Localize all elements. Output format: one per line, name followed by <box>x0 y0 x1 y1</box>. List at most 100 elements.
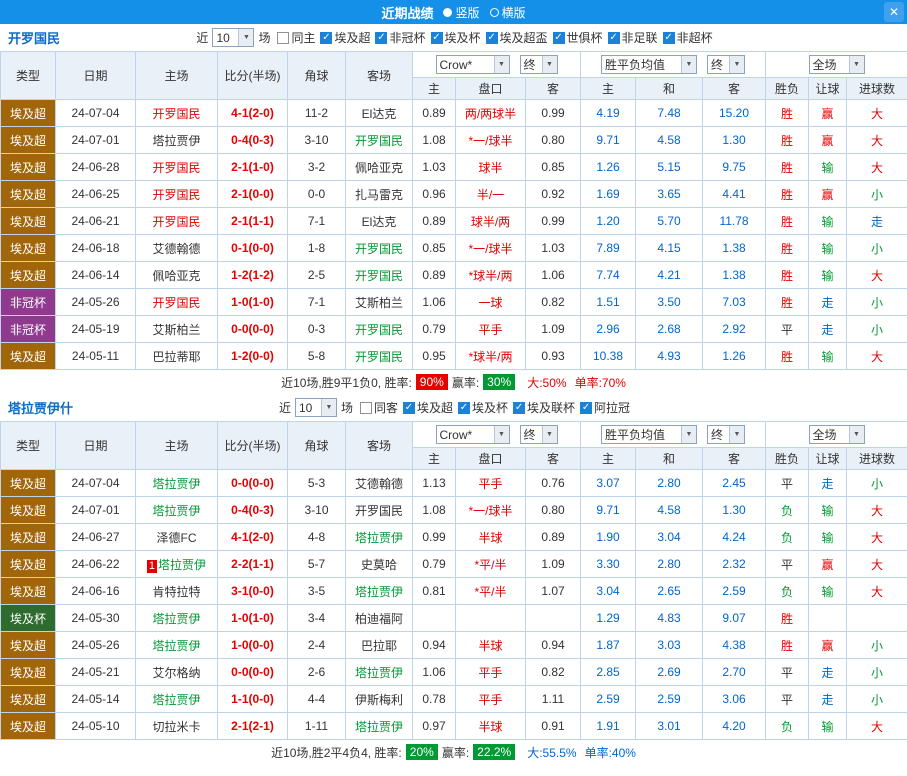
asian-away-odds: 1.09 <box>526 316 581 343</box>
handicap-text: 球半 <box>478 161 502 175</box>
result: 负 <box>766 578 809 605</box>
handicap-result-text: 输 <box>822 161 834 175</box>
checkbox-icon[interactable]: ✓ <box>608 32 620 44</box>
league-filter-checkbox[interactable]: ✓埃及超盃 <box>486 29 548 46</box>
euro-draw-odds: 4.15 <box>636 235 703 262</box>
euro-time-select[interactable]: 终 ▼ <box>707 425 745 444</box>
home-team: 佩哈亚克 <box>136 262 218 289</box>
same-venue-checkbox[interactable]: 同主 <box>277 29 315 46</box>
goals-result: 大 <box>847 713 907 740</box>
goals-result-text: 小 <box>871 296 883 310</box>
corners-text: 7-1 <box>308 295 325 309</box>
handicap-result-text: 输 <box>822 215 834 229</box>
asian-home-odds: 0.79 <box>413 316 456 343</box>
asian-away-odds-text: 1.06 <box>541 268 564 282</box>
goals-result: 大 <box>847 343 907 370</box>
radio-icon[interactable] <box>490 8 499 17</box>
checkbox-icon[interactable]: ✓ <box>458 402 470 414</box>
checkbox-icon[interactable]: ✓ <box>663 32 675 44</box>
layout-radio-horizontal[interactable]: 横版 <box>490 4 526 21</box>
away-team-text: El达克 <box>362 107 397 121</box>
euro-away-odds: 1.26 <box>703 343 766 370</box>
match-row: 埃及超24-05-21艾尔格纳0-0(0-0)2-6塔拉贾伊1.06平手0.82… <box>1 659 907 686</box>
handicap-result: 走 <box>809 659 847 686</box>
asian-home-odds-text: 0.89 <box>422 268 445 282</box>
layout-radio-vertical[interactable]: 竖版 <box>443 4 479 21</box>
checkbox-icon[interactable]: ✓ <box>320 32 332 44</box>
euro-away-odds: 3.06 <box>703 686 766 713</box>
euro-home-odds: 9.71 <box>581 127 636 154</box>
checkbox-label: 非超杯 <box>677 29 713 46</box>
home-team: 开罗国民 <box>136 100 218 127</box>
goals-result: 小 <box>847 181 907 208</box>
close-icon[interactable]: ✕ <box>884 2 904 22</box>
checkbox-icon[interactable]: ✓ <box>431 32 443 44</box>
goals-result-text: 大 <box>871 558 883 572</box>
league-filter-checkbox[interactable]: ✓非足联 <box>608 29 658 46</box>
home-team: 1塔拉贾伊 <box>136 551 218 578</box>
away-team: El达克 <box>346 100 413 127</box>
recent-count-select[interactable]: 10 ▼ <box>212 28 254 47</box>
checkbox-icon[interactable]: ✓ <box>580 402 592 414</box>
away-team-text: 开罗国民 <box>355 134 403 148</box>
bookmaker-select[interactable]: Crow* ▼ <box>436 55 510 74</box>
asian-home-odds: 1.03 <box>413 154 456 181</box>
league-filter-checkbox[interactable]: ✓非超杯 <box>663 29 713 46</box>
checkbox-icon[interactable]: ✓ <box>486 32 498 44</box>
scope-select[interactable]: 全场 ▼ <box>809 425 865 444</box>
score: 1-2(1-2) <box>218 262 288 289</box>
odd-rate: 单率:70% <box>575 374 626 391</box>
result: 平 <box>766 686 809 713</box>
league-filter-checkbox[interactable]: ✓埃及杯 <box>458 399 508 416</box>
euro-draw-odds: 3.50 <box>636 289 703 316</box>
over-rate: 大:55.5% <box>527 744 576 761</box>
match-date: 24-06-22 <box>56 551 136 578</box>
handicap-result: 输 <box>809 497 847 524</box>
league-filter-checkbox[interactable]: ✓世俱杯 <box>553 29 603 46</box>
corners-text: 2-6 <box>308 665 325 679</box>
checkbox-icon[interactable]: ✓ <box>513 402 525 414</box>
bookmaker-select[interactable]: Crow* ▼ <box>436 425 510 444</box>
league-filter-checkbox[interactable]: ✓埃及杯 <box>431 29 481 46</box>
match-row: 埃及超24-06-14佩哈亚克1-2(1-2)2-5开罗国民0.89*球半/两1… <box>1 262 907 289</box>
league-filter-checkbox[interactable]: ✓埃及超 <box>320 29 370 46</box>
match-date: 24-06-28 <box>56 154 136 181</box>
league-filter-checkbox[interactable]: ✓非冠杯 <box>375 29 425 46</box>
match-row: 埃及超24-06-21开罗国民2-1(1-1)7-1El达克0.89球半/两0.… <box>1 208 907 235</box>
checkbox-icon[interactable]: ✓ <box>375 32 387 44</box>
match-date-text: 24-06-22 <box>71 557 119 571</box>
euro-odds-select[interactable]: 胜平负均值 ▼ <box>601 55 697 74</box>
odds-time-select[interactable]: 终 ▼ <box>520 425 558 444</box>
scope-select[interactable]: 全场 ▼ <box>809 55 865 74</box>
corners-text: 3-10 <box>304 133 328 147</box>
recent-count-select[interactable]: 10 ▼ <box>295 398 337 417</box>
euro-home-odds: 1.87 <box>581 632 636 659</box>
corners-text: 0-3 <box>308 322 325 336</box>
asian-away-odds: 0.80 <box>526 127 581 154</box>
result-text: 胜 <box>781 242 793 256</box>
checkbox-icon[interactable]: ✓ <box>403 402 415 414</box>
league-filter-checkbox[interactable]: ✓阿拉冠 <box>580 399 630 416</box>
corners: 0-0 <box>288 181 346 208</box>
checkbox-icon[interactable]: ✓ <box>553 32 565 44</box>
euro-time-select[interactable]: 终 ▼ <box>707 55 745 74</box>
result-text: 胜 <box>781 296 793 310</box>
checkbox-label: 非冠杯 <box>389 29 425 46</box>
handicap: 半球 <box>456 632 526 659</box>
corners-text: 2-4 <box>308 638 325 652</box>
league-type-text: 埃及超 <box>10 666 46 680</box>
league-filter-checkbox[interactable]: ✓埃及超 <box>403 399 453 416</box>
radio-icon[interactable] <box>443 8 452 17</box>
league-type: 埃及超 <box>1 686 56 713</box>
checkbox-icon[interactable] <box>277 32 289 44</box>
score: 4-1(2-0) <box>218 524 288 551</box>
league-filter-checkbox[interactable]: ✓埃及联杯 <box>513 399 575 416</box>
away-team-text: 史莫哈 <box>361 558 397 572</box>
checkbox-icon[interactable] <box>360 402 372 414</box>
euro-away-odds: 1.30 <box>703 127 766 154</box>
asian-away-odds: 0.99 <box>526 208 581 235</box>
score: 4-1(2-0) <box>218 100 288 127</box>
odds-time-select[interactable]: 终 ▼ <box>520 55 558 74</box>
euro-odds-select[interactable]: 胜平负均值 ▼ <box>601 425 697 444</box>
same-venue-checkbox[interactable]: 同客 <box>360 399 398 416</box>
